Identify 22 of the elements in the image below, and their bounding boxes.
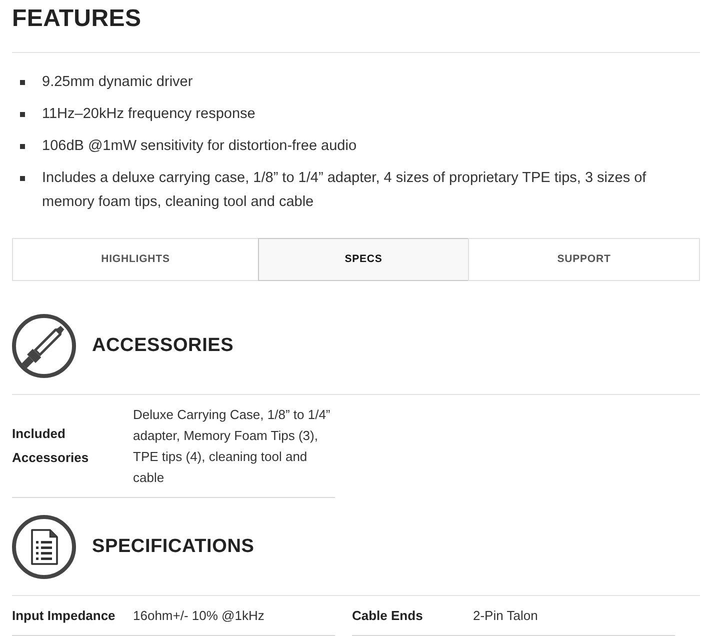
spec-value: 16ohm+/- 10% @1kHz	[133, 607, 266, 625]
feature-text: 106dB @1mW sensitivity for distortion-free audio	[42, 137, 357, 156]
bullet-icon	[20, 144, 25, 149]
spec-label: Included Accessories	[12, 425, 90, 467]
section-heading: SPECIFICATIONS	[92, 535, 254, 559]
bullet-icon	[20, 80, 25, 85]
tab[interactable]: HIGHLIGHTS	[12, 238, 259, 281]
tab[interactable]: SUPPORT	[468, 238, 700, 281]
section-heading: ACCESSORIES	[92, 334, 234, 358]
spec-label: Input Impedance	[12, 606, 116, 625]
bullet-icon	[20, 176, 25, 181]
feature-text: Includes a deluxe carrying case, 1/8” to 1/4” adapter, 4 sizes of proprietary TPE tips, 3 sizes of memory foam tips, cleaning tool and cable	[42, 169, 648, 212]
document-list-icon	[12, 515, 76, 579]
bullet-icon	[20, 112, 25, 117]
spec-label: Cable Ends	[352, 606, 424, 624]
audio-plug-icon	[12, 314, 76, 378]
tab[interactable]: SPECS	[258, 238, 469, 281]
spec-value: Deluxe Carrying Case, 1/8” to 1/4” adapter, Memory Foam Tips (3), TPE tips (4), cleaning tool and cable	[133, 406, 332, 487]
feature-text: 9.25mm dynamic driver	[42, 73, 193, 92]
features-heading: FEATURES	[12, 4, 142, 34]
spec-value: 2-Pin Talon	[473, 607, 539, 625]
feature-text: 11Hz–20kHz frequency response	[42, 105, 256, 124]
